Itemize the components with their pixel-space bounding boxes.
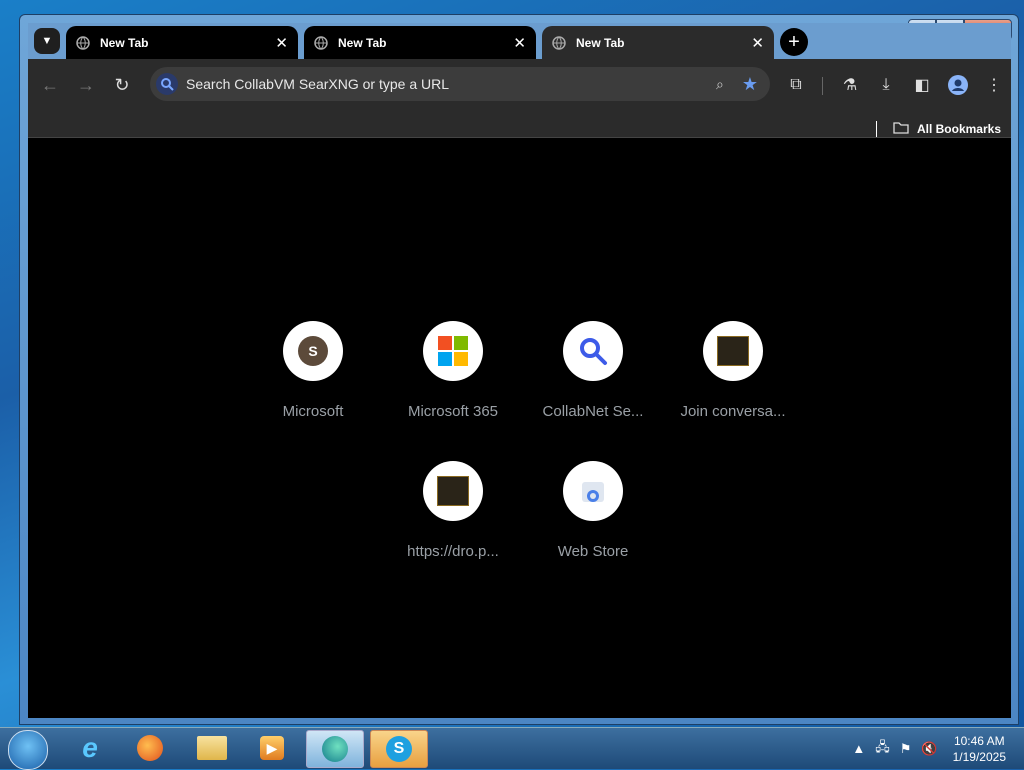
magnifier-icon <box>563 321 623 381</box>
file-explorer-button[interactable] <box>184 730 240 766</box>
taskbar: e ▶ S ▲ 🖧 ⚑ 🔇 10:46 AM 1/19/2025 <box>0 727 1024 770</box>
back-button[interactable]: ← <box>38 73 62 97</box>
reload-button[interactable]: ↻ <box>110 73 134 97</box>
globe-icon <box>552 35 566 50</box>
shortcut-tile[interactable]: Join conversa... <box>673 321 793 420</box>
media-player-button[interactable]: ▶ <box>244 730 300 766</box>
shortcut-title: https://dro.p... <box>407 543 499 560</box>
toolbar: ← → ↻ Search CollabVM SearXNG or type a … <box>28 59 1011 138</box>
bookmarks-divider <box>875 121 877 137</box>
labs-button[interactable]: ⚗ <box>838 73 862 97</box>
flag-icon[interactable]: ⚑ <box>900 741 912 757</box>
shortcut-title: Web Store <box>557 543 629 560</box>
media-player-icon: ▶ <box>260 736 284 760</box>
tab-title: New Tab <box>338 35 387 50</box>
volume-muted-icon[interactable]: 🔇 <box>921 741 937 757</box>
kebab-menu-icon: ⋮ <box>986 77 1002 94</box>
shortcut-title: CollabNet Se... <box>542 403 644 420</box>
shortcut-tile[interactable]: Web Store <box>533 461 653 560</box>
chevron-down-icon: ▼ <box>41 35 53 47</box>
forward-arrow-icon: → <box>77 74 95 95</box>
system-tray: ▲ 🖧 ⚑ 🔇 10:46 AM 1/19/2025 <box>847 728 1024 769</box>
tab-search-button[interactable]: ▼ <box>34 28 60 54</box>
skype-button[interactable]: S <box>370 730 428 768</box>
shortcut-tile[interactable]: S Microsoft <box>253 321 373 420</box>
folder-icon <box>197 736 227 760</box>
shortcut-tile[interactable]: Microsoft 365 <box>393 321 513 420</box>
tab-strip: ▼ New Tab ✕ New Tab ✕ New Tab ✕ + <box>28 23 1011 59</box>
download-icon: ⤓ <box>882 76 890 93</box>
shortcut-tile[interactable]: https://dro.p... <box>393 461 513 560</box>
tab-title: New Tab <box>100 35 149 50</box>
flask-icon: ⚗ <box>842 77 858 94</box>
toolbar-divider <box>822 77 823 95</box>
side-panel-button[interactable]: ◧ <box>910 73 934 97</box>
shortcut-title: Join conversa... <box>680 403 786 420</box>
web-store-icon <box>563 461 623 521</box>
tab-3-active[interactable]: New Tab ✕ <box>542 26 774 59</box>
tab-title: New Tab <box>576 35 625 50</box>
internet-explorer-button[interactable]: e <box>62 730 118 766</box>
shortcut-tile[interactable]: CollabNet Se... <box>533 321 653 420</box>
address-input[interactable]: Search CollabVM SearXNG or type a URL <box>186 76 716 92</box>
globe-icon <box>314 35 328 50</box>
search-engine-icon <box>156 73 178 95</box>
browser-window: — ▣ ✕ ▼ New Tab ✕ New Tab ✕ New Tab ✕ <box>19 14 1019 725</box>
zoom-icon[interactable]: ⌕ <box>716 76 724 93</box>
address-bar[interactable]: Search CollabVM SearXNG or type a URL ⌕ … <box>150 67 770 101</box>
extensions-button[interactable]: ⧉ <box>784 73 808 97</box>
network-icon[interactable]: 🖧 <box>875 738 890 760</box>
puzzle-icon: ⧉ <box>790 76 802 93</box>
reload-icon: ↻ <box>114 74 130 95</box>
profile-button[interactable] <box>946 73 970 97</box>
back-arrow-icon: ← <box>41 74 59 95</box>
chrome-browser: ▼ New Tab ✕ New Tab ✕ New Tab ✕ + ← → ↻ … <box>28 23 1011 718</box>
globe-icon <box>76 35 90 50</box>
site-thumbnail-icon <box>423 461 483 521</box>
tab-2[interactable]: New Tab ✕ <box>304 26 536 59</box>
start-button[interactable] <box>8 730 48 770</box>
firefox-button[interactable] <box>122 730 178 766</box>
close-tab-icon[interactable]: ✕ <box>513 34 526 52</box>
shortcut-title: Microsoft 365 <box>407 403 499 420</box>
internet-explorer-icon: e <box>82 732 98 763</box>
bookmarks-bar: All Bookmarks <box>875 121 1001 137</box>
close-tab-icon[interactable]: ✕ <box>275 34 288 52</box>
close-tab-icon[interactable]: ✕ <box>751 34 764 52</box>
bookmark-star-icon[interactable]: ★ <box>742 74 758 95</box>
plus-icon: + <box>788 30 800 53</box>
clock-time: 10:46 AM <box>953 733 1005 748</box>
edge-icon <box>322 736 348 762</box>
new-tab-button[interactable]: + <box>780 28 808 56</box>
clock-date: 1/19/2025 <box>952 749 1006 764</box>
microsoft-logo-icon <box>423 321 483 381</box>
downloads-button[interactable]: ⤓ <box>874 73 898 97</box>
skype-icon: S <box>386 736 412 762</box>
edge-button[interactable] <box>306 730 364 768</box>
all-bookmarks-button[interactable]: All Bookmarks <box>917 122 1001 136</box>
site-thumbnail-icon <box>703 321 763 381</box>
s-letter-icon: S <box>283 321 343 381</box>
shortcut-title: Microsoft <box>282 403 344 420</box>
tab-1[interactable]: New Tab ✕ <box>66 26 298 59</box>
forward-button[interactable]: → <box>74 73 98 97</box>
firefox-icon <box>137 735 163 761</box>
side-panel-icon: ◧ <box>914 77 930 94</box>
clock[interactable]: 10:46 AM 1/19/2025 <box>953 733 1006 765</box>
avatar-icon <box>948 75 968 95</box>
menu-button[interactable]: ⋮ <box>982 73 1006 97</box>
show-hidden-icons-button[interactable]: ▲ <box>852 741 865 756</box>
folder-icon <box>893 121 909 137</box>
